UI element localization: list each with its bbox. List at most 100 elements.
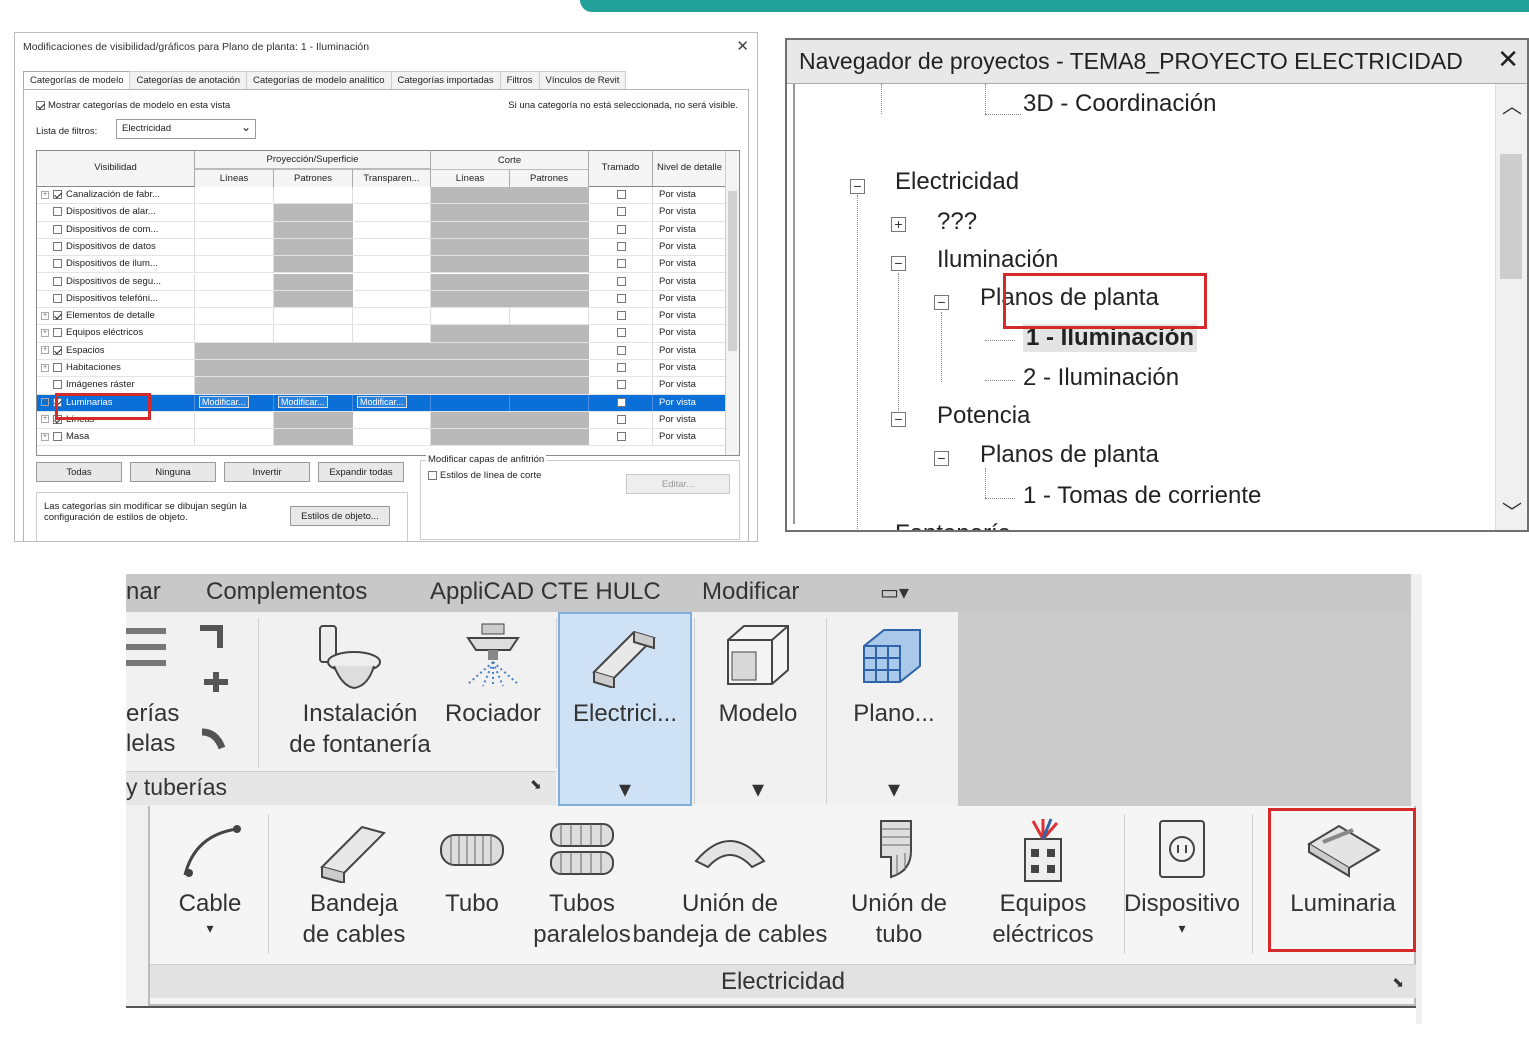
cut-styles-row[interactable]: Estilos de línea de corte [428, 470, 541, 481]
cable-button[interactable]: Cable ▾ [160, 812, 260, 960]
tab-imported-categories[interactable]: Categorías importadas [390, 71, 501, 89]
cable-tray-fitting-button[interactable]: Unión de bandeja de cables [626, 812, 834, 960]
dropdown-caret-icon[interactable]: ▾ [1120, 919, 1244, 937]
modify-button[interactable]: Modificar... [278, 395, 328, 408]
menu-item-complementos[interactable]: Complementos [206, 578, 367, 606]
tree-item-planos-planta-2[interactable]: Planos de planta [980, 441, 1159, 469]
table-row[interactable]: Dispositivos telefóni... Por vista [37, 290, 727, 309]
halftone-checkbox[interactable] [617, 432, 626, 442]
plane-dropdown-icon[interactable]: ▾ [830, 774, 958, 805]
category-checkbox[interactable] [53, 276, 62, 286]
category-checkbox[interactable] [53, 293, 62, 303]
collapse-fontaneria-icon[interactable]: − [850, 530, 865, 532]
expand-icon[interactable]: + [41, 346, 49, 355]
show-model-categories[interactable]: Mostrar categorías de modelo en esta vis… [36, 100, 230, 111]
halftone-checkbox[interactable] [617, 363, 626, 372]
tab-revit-links[interactable]: Vínculos de Revit [538, 71, 627, 89]
detail-level-value[interactable]: Por vista [659, 327, 696, 338]
halftone-checkbox[interactable] [617, 190, 626, 199]
table-row[interactable]: + Equipos eléctricos Por vista [37, 325, 727, 343]
tab-analytical-categories[interactable]: Categorías de modelo analítico [246, 71, 392, 89]
device-button[interactable]: Dispositivo ▾ [1120, 812, 1244, 960]
detail-level-value[interactable]: Por vista [659, 414, 696, 425]
halftone-checkbox[interactable] [617, 380, 626, 390]
pipes-label[interactable]: erías [126, 698, 179, 729]
expand-icon[interactable]: + [41, 363, 49, 372]
conduit-button[interactable]: Tubo [430, 812, 514, 960]
tree-item-tomas-corriente[interactable]: 1 - Tomas de corriente [1023, 482, 1261, 510]
detail-level-value[interactable]: Por vista [659, 224, 696, 235]
tab-model-categories[interactable]: Categorías de modelo [23, 71, 131, 90]
halftone-checkbox[interactable] [617, 311, 626, 321]
show-categories-checkbox[interactable] [36, 101, 45, 110]
halftone-checkbox[interactable] [617, 397, 626, 407]
expand-unknown-icon[interactable]: + [891, 217, 906, 232]
collapse-planos-planta-icon[interactable]: − [934, 295, 949, 310]
halftone-checkbox[interactable] [617, 328, 626, 338]
select-none-button[interactable]: Ninguna [130, 462, 216, 482]
close-icon[interactable]: ✕ [1497, 44, 1519, 75]
detail-level-value[interactable]: Por vista [659, 206, 696, 217]
expand-icon[interactable]: + [41, 432, 49, 441]
modify-button[interactable]: Modificar... [199, 395, 249, 408]
collapse-potencia-icon[interactable]: − [891, 412, 906, 427]
collapse-iluminacion-icon[interactable]: − [891, 256, 906, 271]
detail-level-value[interactable]: Por vista [659, 345, 696, 356]
tab-filters[interactable]: Filtros [499, 71, 540, 89]
ribbon-options-icon[interactable]: ▭▾ [880, 580, 909, 605]
halftone-checkbox[interactable] [617, 241, 626, 251]
menu-item-applicad[interactable]: AppliCAD CTE HULC [430, 578, 661, 606]
detail-level-value[interactable]: Por vista [659, 189, 696, 200]
modify-button[interactable]: Modificar... [357, 395, 407, 408]
tree-item-fontaneria[interactable]: Fontanería [895, 520, 1011, 530]
plumbing-fixture-button[interactable]: Instalación de fontanería [272, 698, 448, 760]
expand-icon[interactable]: + [41, 398, 49, 407]
invert-button[interactable]: Invertir [224, 462, 310, 482]
expand-all-button[interactable]: Expandir todas [318, 462, 404, 482]
halftone-checkbox[interactable] [617, 345, 626, 355]
collapse-electricidad-icon[interactable]: − [850, 179, 865, 194]
detail-level-value[interactable]: Por vista [659, 431, 696, 442]
detail-level-value[interactable]: Por vista [659, 379, 696, 390]
table-row[interactable]: + Masa Por vista [37, 429, 727, 447]
collapse-planos-planta-2-icon[interactable]: − [934, 451, 949, 466]
table-row[interactable]: Dispositivos de datos Por vista [37, 238, 727, 257]
category-checkbox[interactable] [53, 363, 62, 372]
electricidad-dropdown-icon[interactable]: ▾ [562, 774, 688, 805]
tab-annotation-categories[interactable]: Categorías de anotación [129, 71, 248, 89]
close-icon[interactable]: ✕ [736, 37, 749, 55]
halftone-checkbox[interactable] [617, 207, 626, 217]
table-row[interactable]: Dispositivos de ilum... Por vista [37, 256, 727, 274]
conduit-fitting-button[interactable]: Unión de tubo [840, 812, 958, 960]
parallel-pipes-label[interactable]: lelas [126, 728, 175, 759]
category-checkbox[interactable] [53, 311, 62, 321]
menu-item-modificar[interactable]: Modificar [702, 578, 799, 606]
expand-icon[interactable]: + [41, 190, 49, 199]
tree-item-unknown[interactable]: ??? [937, 208, 977, 236]
select-all-button[interactable]: Todas [36, 462, 122, 482]
halftone-checkbox[interactable] [617, 224, 626, 234]
scroll-down-icon[interactable]: ﹀ [1496, 496, 1527, 525]
model-dropdown-icon[interactable]: ▾ [698, 774, 818, 805]
edit-button[interactable]: Editar... [626, 474, 730, 494]
expand-icon[interactable]: + [41, 328, 49, 337]
object-styles-button[interactable]: Estilos de objeto... [290, 506, 390, 526]
table-row[interactable]: Dispositivos de com... Por vista [37, 221, 727, 239]
category-checkbox[interactable] [53, 207, 62, 217]
detail-level-value[interactable]: Por vista [659, 258, 696, 269]
plane-button[interactable]: Plano... [830, 698, 958, 729]
category-checkbox[interactable] [53, 328, 62, 338]
halftone-checkbox[interactable] [617, 293, 626, 303]
category-checkbox[interactable] [53, 224, 62, 234]
detail-level-value[interactable]: Por vista [659, 362, 696, 373]
table-row[interactable]: Dispositivos de alar... Por vista [37, 204, 727, 222]
halftone-checkbox[interactable] [617, 276, 626, 286]
grid-scrollbar[interactable] [725, 151, 739, 455]
table-row[interactable]: + Elementos de detalle Por vista [37, 308, 727, 326]
detail-level-value[interactable]: Por vista [659, 310, 696, 321]
table-row[interactable]: Imágenes ráster Por vista [37, 377, 727, 395]
tree-item-electricidad[interactable]: Electricidad [895, 168, 1019, 196]
scroll-up-icon[interactable]: ︿ [1496, 90, 1527, 119]
dropdown-caret-icon[interactable]: ▾ [160, 919, 260, 937]
category-checkbox[interactable] [53, 380, 62, 390]
